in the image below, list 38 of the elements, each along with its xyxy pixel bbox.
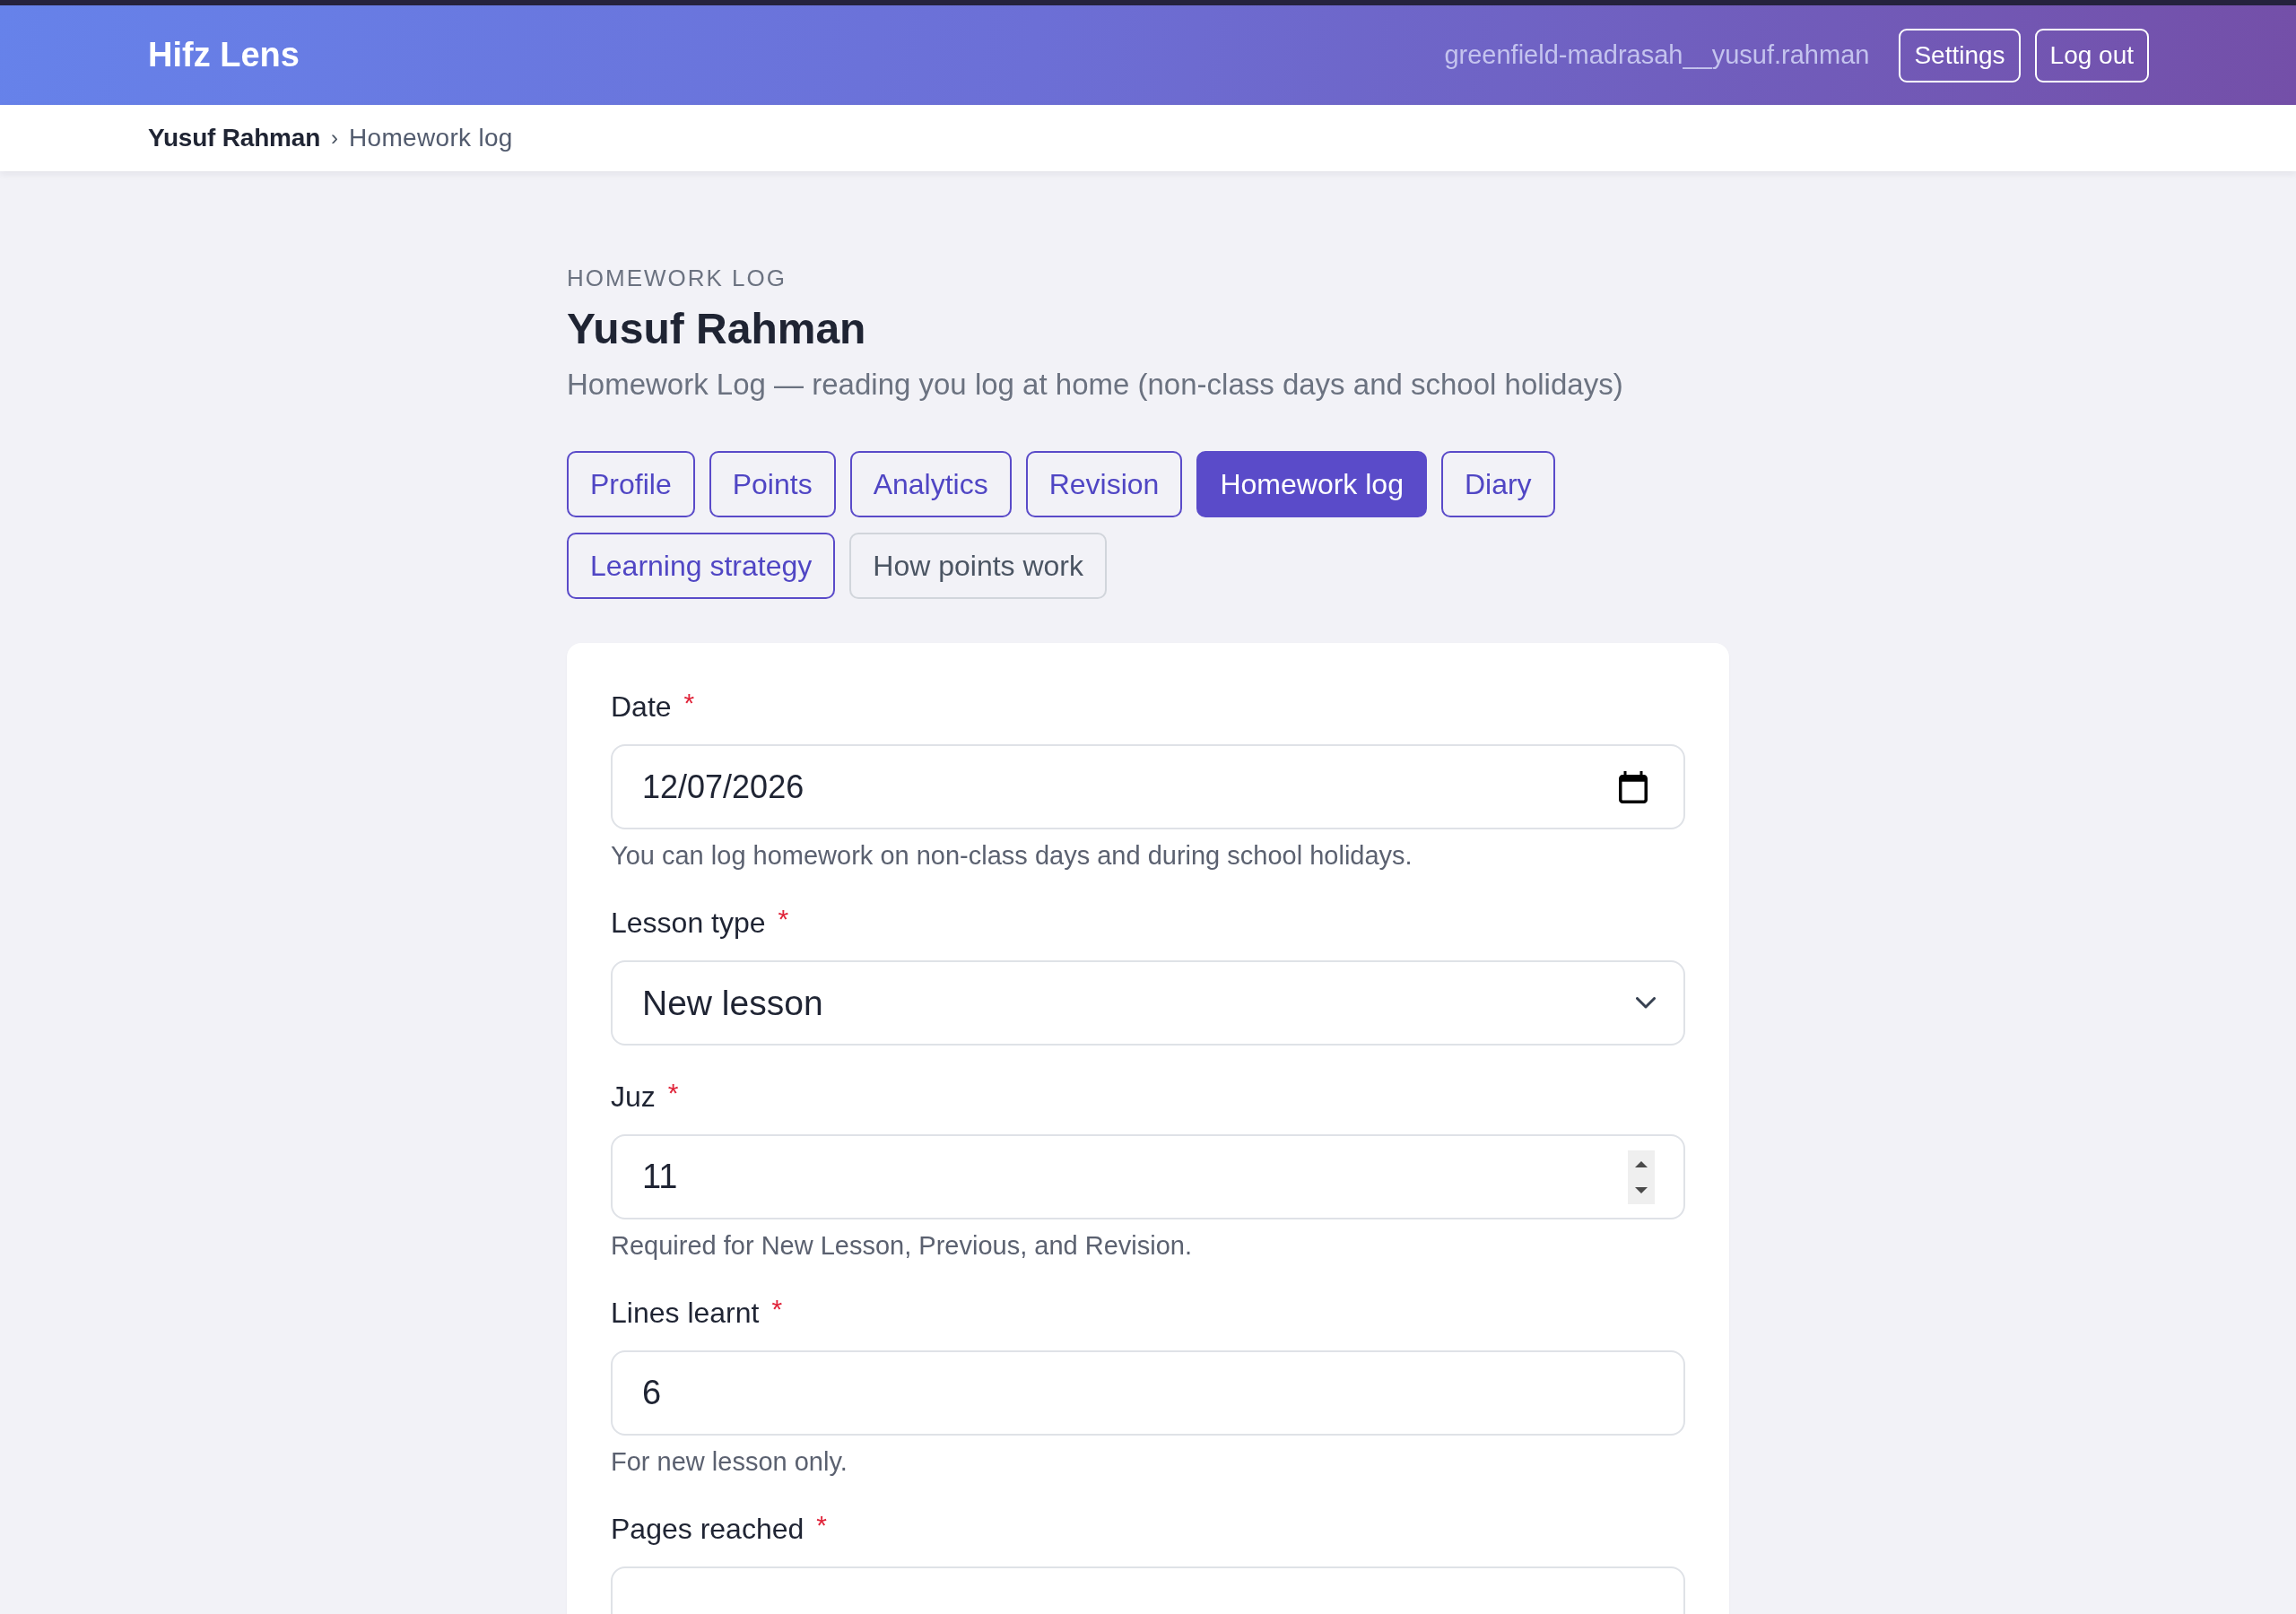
spin-arrows-icon[interactable] <box>1628 1150 1655 1204</box>
nav-tab[interactable]: Learning strategy <box>567 533 836 599</box>
help-text: You can log homework on non-class days and during school holidays. <box>611 840 1413 872</box>
logout-button[interactable]: Log out <box>2034 28 2149 82</box>
required-mark: * <box>816 1512 827 1539</box>
chevron-down-icon <box>1636 997 1656 1009</box>
nav-tab[interactable]: Profile <box>567 451 695 517</box>
calendar-icon[interactable] <box>1619 770 1648 803</box>
help-text: For new lesson only. <box>611 1446 848 1478</box>
nav-tab[interactable]: Points <box>709 451 836 517</box>
required-mark: * <box>778 906 789 933</box>
field-label: Lines learnt <box>611 1296 760 1330</box>
nav-tab[interactable]: Homework log <box>1196 451 1427 517</box>
page-title: Yusuf Rahman <box>567 304 866 354</box>
breadcrumb-separator: › <box>331 126 339 151</box>
breadcrumb-link[interactable]: Yusuf Rahman <box>148 124 321 152</box>
field-label: Pages reached <box>611 1512 804 1546</box>
help-link-button[interactable]: How points work <box>849 533 1107 599</box>
nav-tab[interactable]: Revision <box>1025 451 1183 517</box>
field-label: Juz <box>611 1080 656 1114</box>
help-text: Required for New Lesson, Previous, and Revision. <box>611 1230 1192 1262</box>
field-label: Date <box>611 690 672 724</box>
account-name: greenfield-madrasah__yusuf.rahman <box>1444 40 1870 70</box>
breadcrumb-current: Homework log <box>349 124 513 152</box>
field-label: Lesson type <box>611 906 766 940</box>
lesson-type-select[interactable]: New lesson <box>611 960 1685 1046</box>
brand-name: Hifz Lens <box>148 36 300 74</box>
date-input[interactable]: 12/07/2026 <box>611 744 1685 829</box>
section-eyebrow: HOMEWORK LOG <box>567 264 787 292</box>
page-subtitle: Homework Log — reading you log at home (non-class days and school holidays) <box>567 367 1623 403</box>
required-mark: * <box>683 690 695 716</box>
required-mark: * <box>667 1080 679 1106</box>
nav-tab[interactable]: Diary <box>1440 451 1555 517</box>
nav-tab[interactable]: Analytics <box>849 451 1012 517</box>
text-input[interactable]: 6 <box>611 1350 1685 1436</box>
settings-button[interactable]: Settings <box>1899 28 2021 82</box>
number-input[interactable]: 11 <box>611 1134 1685 1219</box>
required-mark: * <box>771 1296 783 1323</box>
